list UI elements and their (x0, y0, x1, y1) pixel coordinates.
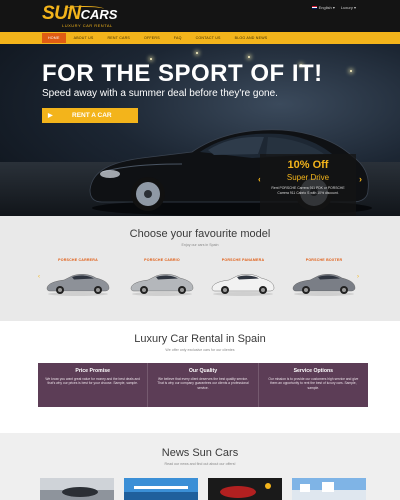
model-card[interactable]: PORSCHE BOXTER (288, 258, 360, 296)
logo-text: SUNCARS (42, 3, 117, 25)
models-section: Choose your favourite model Enjoy our ca… (0, 216, 400, 321)
model-car-image (211, 274, 275, 296)
hero-subtitle: Speed away with a summer deal before the… (42, 88, 278, 99)
luxury-title: Luxury Car Rental in Spain (134, 333, 266, 345)
feature-card: Service Options Our mission is to provide… (258, 363, 368, 407)
nav-item-contact-us[interactable]: CONTACT US (190, 33, 227, 43)
model-card[interactable]: PORSCHE CABRIO (126, 258, 198, 296)
logo[interactable]: SUNCARS LUXURY CAR RENTAL (42, 3, 122, 31)
ceiling-light (248, 56, 250, 58)
language-selector[interactable]: English ▾ (311, 5, 335, 10)
news-thumbnails (40, 478, 366, 500)
account-label: Luxury (340, 5, 353, 10)
feature-card: Price Promise We know you want great valu… (38, 363, 149, 407)
feature-text: We believe that every client deserves th… (157, 377, 249, 390)
top-header: SUNCARS LUXURY CAR RENTAL English ▾ Luxu… (0, 0, 400, 32)
offer-percent: 10% Off (287, 159, 329, 171)
model-label: PORSCHE CARRERA (58, 258, 98, 262)
luxury-section: Luxury Car Rental in Spain We offer only… (0, 321, 400, 433)
offer-description: Rent PORSCHE Carrera 911 PDK or PORSCHE … (271, 186, 345, 195)
feature-text: We know you want great value for money a… (45, 377, 141, 386)
ceiling-light (196, 52, 198, 54)
logo-sun: SUN (42, 3, 81, 24)
hero-slider: FOR THE SPORT OF IT! Speed away with a s… (0, 44, 400, 216)
model-card[interactable]: PORSCHE CARRERA (42, 258, 114, 296)
feature-card: Our Quality We believe that every client … (148, 363, 259, 407)
luxury-subtitle: We offer only exclusive cars for our cli… (165, 348, 235, 352)
feature-text: Our mission is to provide our customers … (268, 377, 359, 390)
language-label: English (318, 5, 332, 10)
nav-list: HOME ABOUT US RENT CARS OFFERS FAQ CONTACT US… (42, 33, 273, 43)
models-title: Choose your favourite model (129, 228, 271, 240)
model-label: PORSCHE PANAMERA (221, 258, 265, 262)
ceiling-light (350, 70, 352, 72)
account-selector[interactable]: Luxury ▾ (341, 5, 356, 10)
offer-card[interactable]: 10% Off Super Drive Rent PORSCHE Carrera… (260, 154, 356, 216)
utility-bar: English ▾ Luxury ▾ (311, 5, 356, 10)
models-prev-icon[interactable]: ‹ (38, 274, 40, 280)
model-car-image (46, 274, 110, 296)
model-car-image (292, 274, 356, 296)
news-thumb-image[interactable] (124, 478, 198, 500)
model-car-image (130, 274, 194, 296)
news-subtitle: Read our news and find out about our off… (164, 462, 236, 466)
feature-title: Price Promise (75, 368, 110, 374)
rent-a-car-button[interactable]: ▶ RENT A CAR (42, 108, 138, 123)
rent-a-car-label: RENT A CAR (72, 112, 112, 119)
model-label: PORSCHE BOXTER (305, 258, 343, 262)
nav-item-rent-cars[interactable]: RENT CARS (102, 33, 137, 43)
nav-item-offers[interactable]: OFFERS (138, 33, 166, 43)
model-label: PORSCHE CABRIO (144, 258, 180, 262)
news-thumb-image[interactable] (292, 478, 366, 500)
news-thumb-image[interactable] (40, 478, 114, 500)
feature-title: Service Options (293, 368, 334, 374)
features-row: Price Promise We know you want great valu… (38, 363, 368, 407)
news-thumb-image[interactable] (208, 478, 282, 500)
models-subtitle: Enjoy our cars in Spain (181, 243, 219, 247)
uk-flag-icon (311, 6, 317, 10)
logo-tagline: LUXURY CAR RENTAL (62, 23, 113, 28)
offer-name: Super Drive (286, 173, 330, 182)
nav-item-about-us[interactable]: ABOUT US (68, 33, 100, 43)
model-card[interactable]: PORSCHE PANAMERA (207, 258, 279, 296)
news-title: News Sun Cars (161, 447, 239, 459)
slider-next-icon[interactable]: › (359, 174, 362, 184)
nav-item-blog-and-news[interactable]: BLOG AND NEWS (229, 33, 274, 43)
feature-title: Our Quality (188, 368, 218, 374)
nav-item-faq[interactable]: FAQ (168, 33, 188, 43)
arrow-right-icon: ▶ (48, 113, 53, 119)
main-nav: HOME ABOUT US RENT CARS OFFERS FAQ CONTACT US… (0, 32, 400, 44)
hero-title: FOR THE SPORT OF IT! (42, 60, 323, 87)
nav-item-home[interactable]: HOME (42, 33, 66, 43)
news-section: News Sun Cars Read our news and find out… (0, 433, 400, 500)
logo-cars: CARS (80, 7, 118, 22)
